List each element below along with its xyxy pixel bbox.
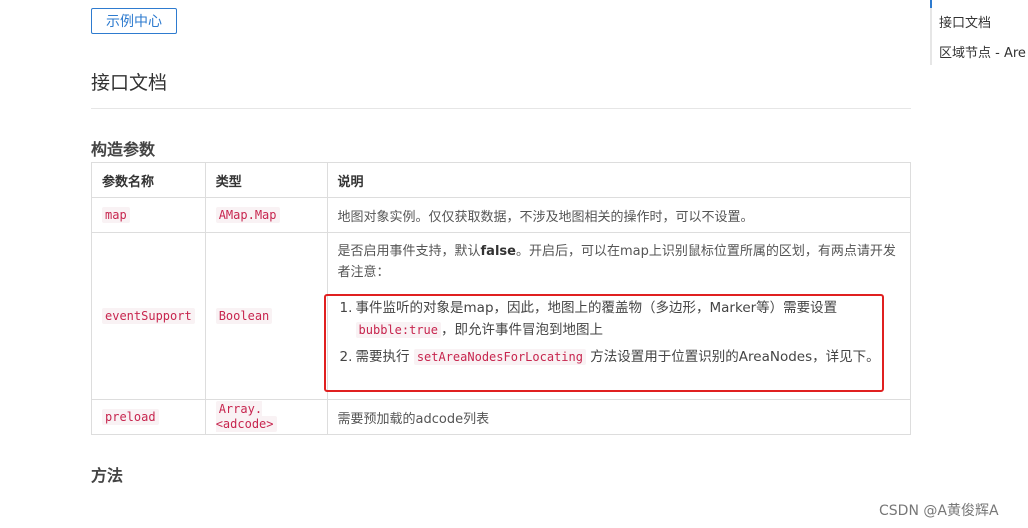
toc-active-marker — [930, 0, 932, 8]
table-row: map AMap.Map 地图对象实例。仅仅获取数据，不涉及地图相关的操作时，可… — [91, 197, 912, 233]
toc-item-api-docs[interactable]: 接口文档 — [939, 12, 991, 31]
param-name: preload — [102, 408, 159, 425]
inline-code: setAreaNodesForLocating — [413, 349, 586, 365]
toc-rail — [930, 0, 932, 65]
param-desc: 是否启用事件支持，默认false。开启后，可以在map上识别鼠标位置所属的区划，… — [337, 244, 896, 280]
constructor-params-heading: 构造参数 — [91, 140, 156, 159]
table-header-row: 参数名称 类型 说明 — [91, 162, 912, 198]
notes-list: 1. 事件监听的对象是map，因此，地图上的覆盖物（多边形，Marker等）需要… — [338, 297, 898, 373]
param-type: Array.<adcode> — [215, 401, 277, 432]
inline-code: bubble:true — [355, 322, 441, 338]
param-type: AMap.Map — [215, 206, 280, 223]
demo-center-button[interactable]: 示例中心 — [91, 8, 177, 34]
divider — [91, 108, 911, 109]
methods-heading: 方法 — [91, 466, 124, 485]
header-desc: 说明 — [326, 162, 912, 198]
table-row: preload Array.<adcode> 需要预加载的adcode列表 — [91, 399, 912, 435]
param-desc: 需要预加载的adcode列表 — [326, 399, 912, 435]
page-title: 接口文档 — [91, 72, 168, 94]
toc-item-area-node[interactable]: 区域节点 - Are — [939, 42, 1026, 61]
watermark: CSDN @A黄俊辉A — [879, 503, 999, 519]
param-name: eventSupport — [102, 307, 195, 324]
table-row: eventSupport Boolean 是否启用事件支持，默认false。开启… — [91, 232, 912, 400]
param-type: Boolean — [215, 307, 273, 324]
param-desc: 地图对象实例。仅仅获取数据，不涉及地图相关的操作时，可以不设置。 — [326, 197, 912, 233]
header-type: 类型 — [204, 162, 328, 198]
list-item: 2. 需要执行 setAreaNodesForLocating 方法设置用于位置… — [339, 349, 880, 365]
params-table: 参数名称 类型 说明 map AMap.Map 地图对象实例。仅仅获取数据，不涉… — [91, 162, 912, 435]
list-item: 1. 事件监听的对象是map，因此，地图上的覆盖物（多边形，Marker等）需要… — [339, 300, 838, 338]
header-name: 参数名称 — [91, 162, 206, 198]
param-name: map — [102, 206, 130, 223]
